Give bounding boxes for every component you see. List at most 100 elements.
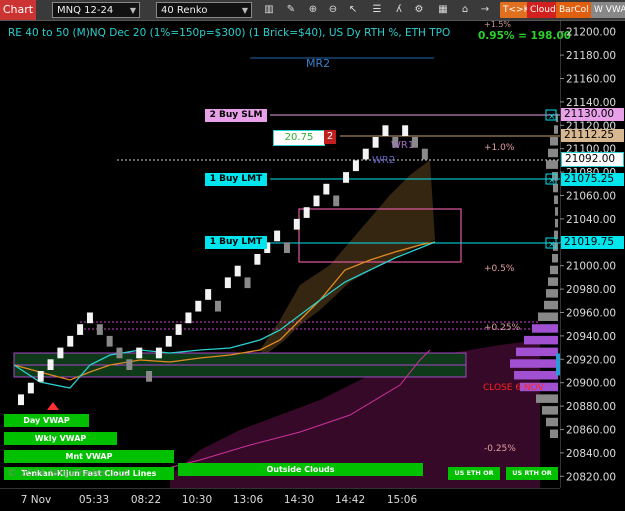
- renko-brick-up: [323, 183, 330, 195]
- time-axis[interactable]: 7 Nov 05:33 08:22 10:30 13:06 14:30 14:42 15:06: [0, 488, 625, 511]
- svg-text:×: ×: [548, 176, 556, 186]
- us-eth-or-button[interactable]: US ETH OR: [448, 467, 500, 480]
- data-box-icon[interactable]: ▦: [436, 2, 450, 18]
- renko-brick-down: [421, 148, 428, 160]
- position-pnl-box[interactable]: 20.75: [273, 130, 325, 146]
- volume-profile-bar: [532, 324, 558, 333]
- renko-brick-up: [274, 230, 281, 242]
- volume-profile-bar: [550, 137, 558, 146]
- y-tick-label: 21200.00: [566, 27, 616, 39]
- zoom-in-icon[interactable]: ⊕: [306, 2, 320, 18]
- x-tick-label: 14:30: [284, 494, 314, 506]
- y-tick-label: 21180.00: [566, 50, 616, 62]
- price-axis[interactable]: 21200.0021180.0021160.0021140.0021120.00…: [560, 20, 625, 488]
- cloud-toggle-button[interactable]: Cloud: [527, 2, 559, 18]
- renko-brick-down: [215, 300, 221, 312]
- wr1-label: WR1: [391, 140, 414, 151]
- renko-brick-down: [96, 324, 103, 335]
- barcol-toggle-button[interactable]: BarCol: [556, 2, 592, 18]
- copyright-text: © 2024 NinjaTrader, LLC: [7, 468, 131, 479]
- outside-clouds-button[interactable]: Outside Clouds: [178, 463, 423, 476]
- toolbar: Chart MNQ 12-24 ▼ 40 Renko ▼ ▥ ✎ ⊕ ⊖ ↖ ☰…: [0, 0, 625, 21]
- price-tag-current: 21092.00: [561, 152, 624, 167]
- renko-brick-up: [224, 277, 231, 289]
- renko-brick-up: [86, 312, 93, 324]
- renko-brick-up: [57, 347, 64, 359]
- x-tick-label: 10:30: [182, 494, 212, 506]
- y-tick-label: 21160.00: [566, 74, 616, 86]
- volume-profile-bar: [555, 218, 558, 228]
- price-tag-lmt-1: 21075.25: [561, 173, 624, 186]
- chevron-down-icon: ▼: [241, 6, 248, 15]
- instrument-selector[interactable]: MNQ 12-24 ▼: [52, 2, 140, 18]
- volume-profile-bar: [552, 254, 558, 263]
- renko-brick-down: [126, 359, 133, 370]
- renko-brick-up: [27, 382, 34, 394]
- pct-m025-label: -0.25%: [484, 444, 516, 454]
- volume-profile-bar: [554, 195, 558, 204]
- zoom-out-icon[interactable]: ⊖: [326, 2, 340, 18]
- volume-profile-bar: [524, 335, 558, 345]
- renko-brick-up: [165, 335, 172, 347]
- indicators-icon[interactable]: ʎ: [392, 2, 406, 18]
- volume-profile-bar: [546, 160, 558, 169]
- us-rth-or-button[interactable]: US RTH OR: [506, 467, 558, 480]
- cancel-order-icon[interactable]: ×: [545, 173, 557, 186]
- cancel-order-icon[interactable]: ×: [545, 237, 557, 250]
- strategy-icon[interactable]: ⚙: [412, 2, 426, 18]
- order-label-buy-lmt-2[interactable]: 1 Buy LMT: [205, 236, 267, 249]
- arrow-icon[interactable]: →: [478, 2, 492, 18]
- y-tick-label: 20960.00: [566, 308, 616, 320]
- renko-brick-up: [362, 148, 369, 160]
- price-tag-slm: 21130.00: [561, 108, 624, 121]
- volume-profile-bar: [538, 312, 558, 321]
- wr2-label: WR2: [372, 155, 395, 166]
- dom-icon[interactable]: ⌂: [458, 2, 472, 18]
- volume-profile-bar: [554, 125, 558, 134]
- volume-profile-bar: [510, 359, 558, 368]
- position-qty-box[interactable]: 2: [324, 130, 336, 144]
- volume-profile-bar: [514, 371, 558, 380]
- renko-brick-up: [185, 312, 192, 324]
- order-label-buy-lmt-1[interactable]: 1 Buy LMT: [205, 173, 267, 186]
- renko-brick-up: [175, 324, 182, 335]
- renko-brick-down: [106, 335, 113, 347]
- renko-brick-down: [333, 195, 340, 207]
- pct-top-small: +1.5%: [484, 20, 512, 29]
- renko-brick-down: [116, 347, 123, 359]
- pct-025-label: +0.25%: [484, 323, 521, 333]
- bar-type-selector[interactable]: 40 Renko ▼: [156, 2, 252, 18]
- y-tick-label: 20900.00: [566, 378, 616, 390]
- pen-icon[interactable]: ✎: [284, 2, 298, 18]
- x-tick-label: 08:22: [131, 494, 161, 506]
- wkly-vwap-button[interactable]: Wkly VWAP: [4, 432, 117, 445]
- cursor-icon[interactable]: ↖: [346, 2, 360, 18]
- renko-brick-up: [18, 394, 24, 406]
- renko-brick-up: [155, 347, 162, 359]
- renko-brick-up: [136, 347, 143, 359]
- chart-tab[interactable]: Chart: [0, 0, 36, 20]
- y-tick-label: 20860.00: [566, 425, 616, 437]
- mnt-vwap-button[interactable]: Mnt VWAP: [4, 450, 174, 463]
- y-tick-label: 21000.00: [566, 261, 616, 273]
- bar-type-label: 40 Renko: [161, 5, 208, 16]
- day-vwap-button[interactable]: Day VWAP: [4, 414, 89, 427]
- x-tick-label: 14:42: [335, 494, 365, 506]
- chart-header-text: RE 40 to 50 (M)NQ Dec 20 (1%=150p=$300) …: [8, 27, 451, 39]
- vwap-toggle-button[interactable]: W VWAP: [591, 2, 625, 18]
- order-label-buy-slm[interactable]: 2 Buy SLM: [205, 109, 267, 122]
- pct-1-label: +1.0%: [484, 143, 515, 153]
- renko-brick-down: [146, 371, 153, 382]
- volume-profile-bar: [548, 277, 558, 286]
- cancel-order-icon[interactable]: ×: [545, 109, 557, 122]
- x-tick-label: 13:06: [233, 494, 264, 506]
- volume-profile-bar: [546, 417, 558, 427]
- instrument-label: MNQ 12-24: [57, 5, 114, 16]
- renko-brick-up: [67, 335, 74, 347]
- price-tag-lmt-2: 21019.75: [561, 236, 624, 249]
- volume-profile-bar: [555, 207, 558, 216]
- properties-icon[interactable]: ☰: [370, 2, 384, 18]
- svg-text:×: ×: [548, 112, 556, 122]
- volume-profile-bar: [550, 265, 558, 275]
- bar-chart-icon[interactable]: ▥: [262, 2, 276, 18]
